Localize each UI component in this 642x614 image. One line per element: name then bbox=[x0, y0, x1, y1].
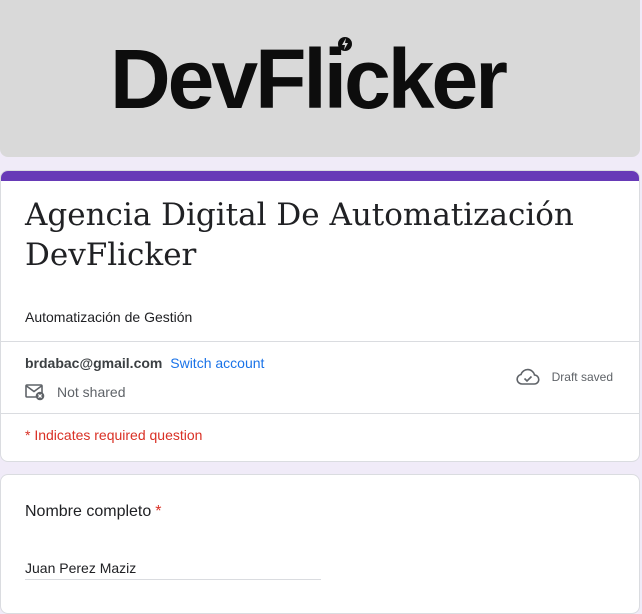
form-title: Agencia Digital De Automatización DevFli… bbox=[25, 197, 574, 273]
lightning-icon bbox=[338, 37, 352, 51]
devflicker-logo: DevFlicker bbox=[110, 28, 540, 124]
logo-text: DevFlicker bbox=[110, 32, 508, 126]
form-description: Automatización de Gestión bbox=[25, 309, 193, 325]
required-marker: * bbox=[155, 503, 162, 520]
divider bbox=[1, 413, 639, 414]
question-card: Nombre completo * bbox=[0, 474, 640, 614]
header-banner: DevFlicker bbox=[0, 0, 640, 157]
account-email: brdabac@gmail.com bbox=[25, 355, 163, 371]
cloud-check-icon bbox=[516, 368, 540, 385]
not-shared-label: Not shared bbox=[57, 384, 126, 400]
accent-strip bbox=[1, 171, 639, 181]
mail-not-shared-icon bbox=[25, 384, 45, 401]
draft-status: Draft saved bbox=[516, 368, 613, 386]
not-shared-status: Not shared bbox=[25, 383, 125, 401]
question-title: Nombre completo bbox=[25, 503, 152, 520]
divider bbox=[1, 341, 639, 342]
switch-account-link[interactable]: Switch account bbox=[170, 355, 264, 371]
required-note: * Indicates required question bbox=[25, 427, 203, 443]
draft-saved-label: Draft saved bbox=[551, 370, 613, 384]
account-info: brdabac@gmail.com Switch account bbox=[25, 355, 264, 371]
question-label: Nombre completo * bbox=[25, 503, 162, 521]
full-name-input[interactable] bbox=[25, 557, 321, 580]
form-header-card: Agencia Digital De Automatización DevFli… bbox=[0, 170, 640, 462]
